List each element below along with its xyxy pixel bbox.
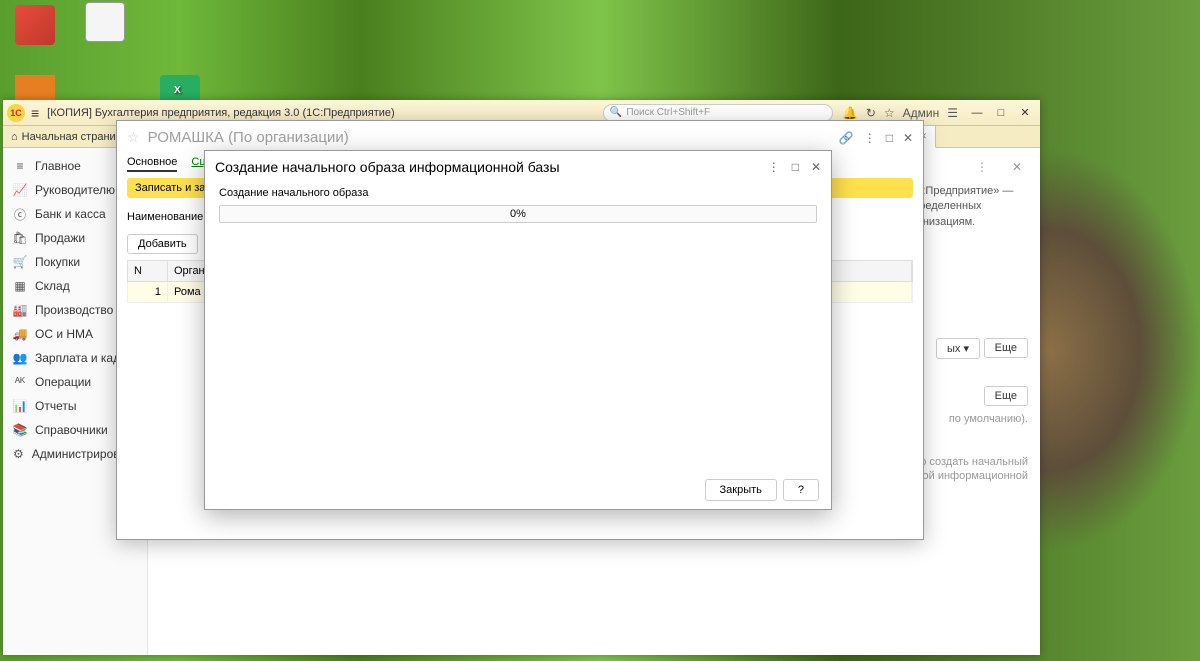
help-button[interactable]: ? [783, 479, 819, 501]
truck-icon: 🚚 [13, 327, 27, 341]
more-button[interactable]: Еще [984, 338, 1028, 358]
home-icon: ≡ [13, 159, 27, 173]
link-icon[interactable]: 🔗 [839, 131, 854, 145]
desktop-icon[interactable] [5, 5, 65, 47]
favorite-icon[interactable]: ☆ [127, 129, 140, 146]
gear-icon: ⚙ [13, 447, 24, 461]
name-label: Наименование: [127, 211, 206, 223]
more-menu-icon[interactable]: ⋮ [864, 131, 876, 145]
user-label[interactable]: Админ [903, 106, 940, 120]
chart-icon: 📈 [13, 183, 27, 197]
desktop-icon[interactable] [75, 2, 135, 44]
close-icon[interactable]: ✕ [903, 131, 913, 145]
ops-icon: ᴬᴷ [13, 375, 27, 389]
cell-n: 1 [128, 282, 168, 302]
more-menu-icon[interactable]: ⋮ [768, 160, 780, 174]
more-button[interactable]: Еще [984, 386, 1028, 406]
close-icon[interactable]: ✕ [811, 160, 821, 174]
burger-menu-icon[interactable]: ≡ [31, 105, 39, 121]
search-input[interactable]: Поиск Ctrl+Shift+F [603, 104, 833, 122]
history-icon[interactable]: ↻ [866, 106, 876, 120]
bag-icon: 🛍 [13, 231, 27, 245]
boxes-icon: ▦ [13, 279, 27, 293]
cart-icon: 🛒 [13, 255, 27, 269]
report-icon: 📊 [13, 399, 27, 413]
progress-label: Создание начального образа [219, 187, 817, 199]
more-button[interactable]: ых ▾ [936, 338, 980, 359]
text-fragment: о создать начальный [920, 456, 1028, 468]
progress-bar: 0% [219, 205, 817, 223]
add-button[interactable]: Добавить [127, 234, 198, 254]
maximize-icon[interactable]: □ [792, 160, 799, 174]
people-icon: 👥 [13, 351, 27, 365]
factory-icon: 🏭 [13, 303, 27, 317]
star-icon[interactable]: ☆ [884, 106, 895, 120]
create-image-modal: Создание начального образа информационно… [204, 150, 832, 510]
close-button[interactable]: Закрыть [705, 479, 777, 501]
minimize-button[interactable]: — [966, 104, 988, 122]
maximize-icon[interactable]: □ [886, 131, 893, 145]
text-fragment: ой информационной [923, 470, 1028, 482]
th-n: N [128, 261, 168, 281]
close-page-icon[interactable]: ✕ [1006, 158, 1028, 176]
more-menu-icon[interactable]: ⋮ [968, 158, 996, 176]
bell-icon[interactable]: 🔔 [843, 106, 858, 120]
user-menu-icon[interactable]: ☰ [947, 106, 958, 120]
text-fragment: по умолчанию). [949, 413, 1028, 425]
close-button[interactable]: ✕ [1014, 104, 1036, 122]
tab-main[interactable]: Основное [127, 154, 177, 172]
window-title: [КОПИЯ] Бухгалтерия предприятия, редакци… [47, 107, 395, 119]
maximize-button[interactable]: □ [990, 104, 1012, 122]
modal-title: Создание начального образа информационно… [215, 159, 560, 175]
org-window-title: РОМАШКА (По организации) [148, 129, 349, 146]
book-icon: 📚 [13, 423, 27, 437]
logo-1c-icon: 1C [7, 104, 25, 122]
bank-icon: ⓒ [13, 207, 27, 221]
